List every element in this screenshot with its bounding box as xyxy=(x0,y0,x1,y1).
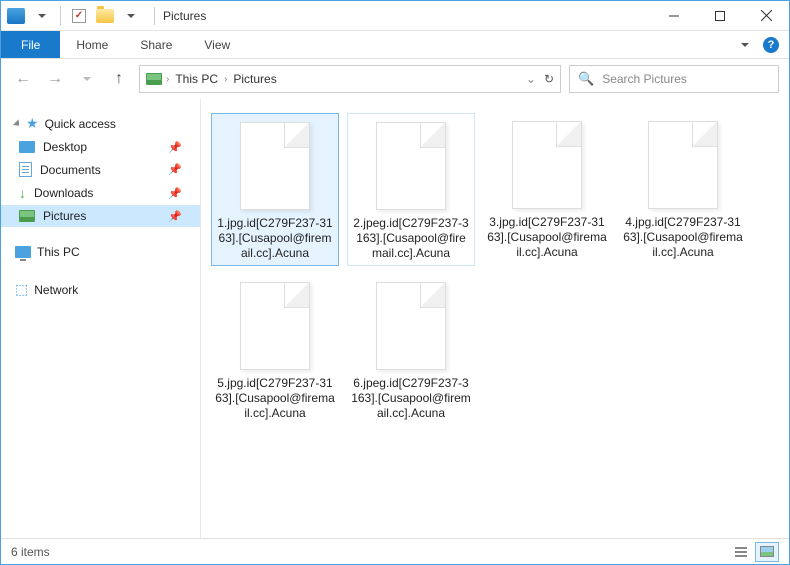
address-bar: ← → ↑ › This PC › Pictures ⌄ ↻ 🔍 Search … xyxy=(1,59,789,99)
download-icon: ↓ xyxy=(19,185,26,201)
forward-button[interactable]: → xyxy=(43,67,67,91)
file-name: 2.jpeg.id[C279F237-3163].[Cusapool@firem… xyxy=(352,216,470,261)
star-icon: ★ xyxy=(26,115,39,132)
chevron-right-icon[interactable]: › xyxy=(166,74,169,85)
tab-share[interactable]: Share xyxy=(124,31,188,58)
file-icon xyxy=(376,282,446,370)
properties-icon[interactable]: ✓ xyxy=(68,5,90,27)
help-icon[interactable]: ? xyxy=(763,37,779,53)
expand-icon xyxy=(13,119,22,128)
back-button[interactable]: ← xyxy=(11,67,35,91)
chevron-right-icon[interactable]: › xyxy=(224,74,227,85)
document-icon xyxy=(19,162,32,177)
file-item[interactable]: 3.jpg.id[C279F237-3163].[Cusapool@firema… xyxy=(483,113,611,266)
file-icon xyxy=(240,122,310,210)
tab-home[interactable]: Home xyxy=(60,31,124,58)
file-item[interactable]: 1.jpg.id[C279F237-3163].[Cusapool@firema… xyxy=(211,113,339,266)
file-icon xyxy=(648,121,718,209)
up-button[interactable]: ↑ xyxy=(107,67,131,91)
qat-customize-dropdown-icon[interactable] xyxy=(120,5,142,27)
window-title: Pictures xyxy=(163,9,206,23)
recent-locations-icon[interactable] xyxy=(75,67,99,91)
sidebar-item-desktop[interactable]: Desktop 📌 xyxy=(1,136,200,158)
sidebar-item-documents[interactable]: Documents 📌 xyxy=(1,158,200,181)
pin-icon: 📌 xyxy=(168,141,182,154)
file-item[interactable]: 5.jpg.id[C279F237-3163].[Cusapool@firema… xyxy=(211,274,339,425)
file-name: 6.jpeg.id[C279F237-3163].[Cusapool@firem… xyxy=(351,376,471,421)
maximize-button[interactable] xyxy=(697,1,743,31)
file-icon xyxy=(240,282,310,370)
picture-icon xyxy=(19,210,35,222)
pin-icon: 📌 xyxy=(168,210,182,223)
location-icon xyxy=(146,73,162,85)
explorer-app-icon[interactable] xyxy=(5,5,27,27)
qat-dropdown-icon[interactable] xyxy=(31,5,53,27)
sidebar-item-this-pc[interactable]: This PC xyxy=(1,241,200,263)
ribbon: File Home Share View ? xyxy=(1,31,789,59)
sidebar-item-downloads[interactable]: ↓ Downloads 📌 xyxy=(1,181,200,205)
file-name: 1.jpg.id[C279F237-3163].[Cusapool@firema… xyxy=(216,216,334,261)
search-input[interactable]: 🔍 Search Pictures xyxy=(569,65,779,93)
sidebar-item-label: Documents xyxy=(40,163,101,177)
quick-access-header[interactable]: ★ Quick access xyxy=(1,111,200,136)
close-button[interactable] xyxy=(743,1,789,31)
titlebar: ✓ Pictures xyxy=(1,1,789,31)
pc-icon xyxy=(15,246,31,258)
minimize-button[interactable] xyxy=(651,1,697,31)
explorer-window: ✓ Pictures File Home Share View ? ← → ↑ … xyxy=(0,0,790,565)
expand-ribbon-icon[interactable] xyxy=(741,43,749,47)
details-view-button[interactable] xyxy=(729,542,753,562)
sidebar-item-label: Desktop xyxy=(43,140,87,154)
sidebar-item-label: Downloads xyxy=(34,186,93,200)
refresh-icon[interactable]: ↻ xyxy=(544,72,554,86)
file-name: 3.jpg.id[C279F237-3163].[Cusapool@firema… xyxy=(487,215,607,260)
search-placeholder: Search Pictures xyxy=(602,72,687,86)
search-icon: 🔍 xyxy=(578,71,594,87)
crumb-this-pc[interactable]: This PC xyxy=(173,72,220,86)
file-list[interactable]: 1.jpg.id[C279F237-3163].[Cusapool@firema… xyxy=(201,99,789,538)
file-item[interactable]: 4.jpg.id[C279F237-3163].[Cusapool@firema… xyxy=(619,113,747,266)
quick-access-label: Quick access xyxy=(45,117,116,131)
desktop-icon xyxy=(19,141,35,153)
sidebar-item-pictures[interactable]: Pictures 📌 xyxy=(1,205,200,227)
file-icon xyxy=(376,122,446,210)
history-dropdown-icon[interactable]: ⌄ xyxy=(526,72,536,86)
crumb-current[interactable]: Pictures xyxy=(231,72,278,86)
item-count: 6 items xyxy=(11,545,50,559)
large-icons-view-button[interactable] xyxy=(755,542,779,562)
sidebar-item-label: Network xyxy=(34,283,78,297)
file-item[interactable]: 2.jpeg.id[C279F237-3163].[Cusapool@firem… xyxy=(347,113,475,266)
file-icon xyxy=(512,121,582,209)
new-folder-icon[interactable] xyxy=(94,5,116,27)
pin-icon: 📌 xyxy=(168,187,182,200)
tab-view[interactable]: View xyxy=(188,31,246,58)
sidebar-item-network[interactable]: ⬚ Network xyxy=(1,277,200,302)
file-tab[interactable]: File xyxy=(1,31,60,58)
navigation-pane: ★ Quick access Desktop 📌 Documents 📌 ↓ D… xyxy=(1,99,201,538)
breadcrumb[interactable]: › This PC › Pictures ⌄ ↻ xyxy=(139,65,561,93)
sidebar-item-label: This PC xyxy=(37,245,80,259)
sidebar-item-label: Pictures xyxy=(43,209,86,223)
file-name: 5.jpg.id[C279F237-3163].[Cusapool@firema… xyxy=(215,376,335,421)
status-bar: 6 items xyxy=(1,538,789,564)
pin-icon: 📌 xyxy=(168,163,182,176)
file-name: 4.jpg.id[C279F237-3163].[Cusapool@firema… xyxy=(623,215,743,260)
network-icon: ⬚ xyxy=(15,281,28,298)
file-item[interactable]: 6.jpeg.id[C279F237-3163].[Cusapool@firem… xyxy=(347,274,475,425)
